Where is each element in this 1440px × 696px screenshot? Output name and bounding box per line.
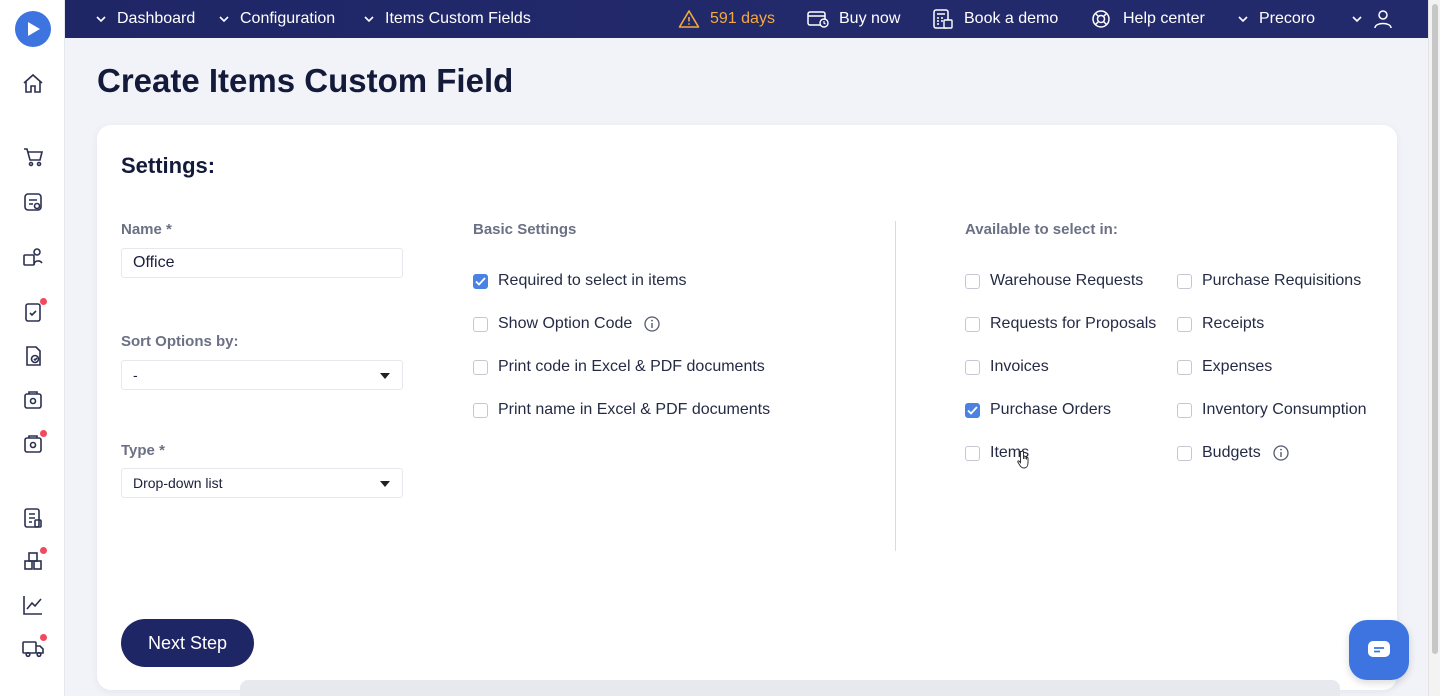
type-value: Drop-down list xyxy=(133,475,223,491)
checkbox[interactable] xyxy=(473,402,488,418)
type-select[interactable]: Drop-down list xyxy=(121,468,403,498)
requests-icon[interactable] xyxy=(21,190,45,214)
type-label: Type * xyxy=(121,442,165,459)
page-scrollbar[interactable] xyxy=(1428,0,1440,696)
buy-now-link[interactable]: Buy now xyxy=(807,0,900,38)
invoices-icon[interactable] xyxy=(21,430,47,456)
checkbox-checked[interactable] xyxy=(473,273,488,289)
checkbox[interactable] xyxy=(965,359,980,375)
column-divider xyxy=(895,221,896,551)
checkbox[interactable] xyxy=(1177,359,1192,375)
approvals-icon[interactable] xyxy=(21,298,47,324)
sidebar xyxy=(0,0,65,696)
precoro-logo[interactable] xyxy=(15,11,51,47)
notification-dot xyxy=(40,634,47,641)
checkbox[interactable] xyxy=(965,273,980,289)
home-icon[interactable] xyxy=(21,72,45,96)
page-title: Create Items Custom Field xyxy=(97,62,514,99)
print-name-checkbox[interactable]: Print name in Excel & PDF documents xyxy=(473,401,770,419)
info-icon[interactable] xyxy=(644,316,660,332)
available-receipts[interactable]: Receipts xyxy=(1177,315,1264,333)
trial-days-counter[interactable]: 591 days xyxy=(678,0,775,38)
breadcrumb-dashboard[interactable]: Dashboard xyxy=(95,0,195,38)
available-purchase-requisitions[interactable]: Purchase Requisitions xyxy=(1177,272,1361,290)
cart-icon[interactable] xyxy=(21,145,45,169)
required-to-select-checkbox[interactable]: Required to select in items xyxy=(473,272,687,290)
show-option-code-checkbox[interactable]: Show Option Code xyxy=(473,315,660,333)
sort-options-value: - xyxy=(133,367,138,383)
notification-dot xyxy=(40,547,47,554)
top-navigation-bar: Dashboard Configuration Items Custom Fie… xyxy=(65,0,1428,38)
user-menu[interactable] xyxy=(1351,0,1403,38)
lifebuoy-icon xyxy=(1092,10,1110,28)
checkbox-checked[interactable] xyxy=(965,402,980,418)
delivery-icon[interactable] xyxy=(21,634,47,660)
inventory-icon[interactable] xyxy=(21,547,47,573)
hand-cursor-icon xyxy=(1017,450,1029,469)
notification-dot xyxy=(40,430,47,437)
credit-card-icon xyxy=(807,11,829,28)
bottom-card-edge xyxy=(240,680,1340,696)
available-budgets[interactable]: Budgets xyxy=(1177,444,1289,462)
available-requests-for-proposals[interactable]: Requests for Proposals xyxy=(965,315,1156,333)
chat-icon xyxy=(1368,641,1390,657)
chevron-down-icon xyxy=(1352,16,1362,23)
basic-settings-title: Basic Settings xyxy=(473,221,577,238)
user-icon xyxy=(1374,10,1392,29)
available-title: Available to select in: xyxy=(965,221,1118,238)
checkbox[interactable] xyxy=(473,359,488,375)
name-input-value: Office xyxy=(133,254,175,271)
sort-options-select[interactable]: - xyxy=(121,360,403,390)
checkbox[interactable] xyxy=(1177,445,1192,461)
settings-title: Settings: xyxy=(121,153,216,178)
checkmark-icon xyxy=(475,276,486,286)
help-center-link[interactable]: Help center xyxy=(1091,0,1205,38)
caret-down-icon xyxy=(380,481,390,487)
chevron-down-icon xyxy=(96,16,106,23)
breadcrumb-configuration[interactable]: Configuration xyxy=(218,0,335,38)
checkbox[interactable] xyxy=(1177,316,1192,332)
checkmark-icon xyxy=(967,405,978,415)
calculator-icon xyxy=(933,9,953,29)
chevron-down-icon xyxy=(219,16,229,23)
available-expenses[interactable]: Expenses xyxy=(1177,358,1272,376)
info-icon[interactable] xyxy=(1273,445,1289,461)
sort-options-label: Sort Options by: xyxy=(121,333,239,350)
orders-icon[interactable] xyxy=(21,344,45,368)
receipts-icon[interactable] xyxy=(21,388,45,412)
name-label: Name * xyxy=(121,221,172,238)
caret-down-icon xyxy=(380,373,390,379)
book-demo-link[interactable]: Book a demo xyxy=(932,0,1058,38)
print-code-checkbox[interactable]: Print code in Excel & PDF documents xyxy=(473,358,765,376)
available-warehouse-requests[interactable]: Warehouse Requests xyxy=(965,272,1143,290)
available-invoices[interactable]: Invoices xyxy=(965,358,1049,376)
checkbox[interactable] xyxy=(965,316,980,332)
company-switcher[interactable]: Precoro xyxy=(1237,0,1315,38)
budgets-icon[interactable] xyxy=(21,506,45,530)
chat-support-button[interactable] xyxy=(1349,620,1409,680)
scrollbar-thumb[interactable] xyxy=(1432,4,1438,654)
breadcrumb-items-custom-fields[interactable]: Items Custom Fields xyxy=(363,0,531,38)
analytics-icon[interactable] xyxy=(21,593,45,617)
checkbox[interactable] xyxy=(1177,273,1192,289)
settings-card: Settings: Name * Office Sort Options by:… xyxy=(97,125,1397,690)
chevron-down-icon xyxy=(364,16,374,23)
checkbox[interactable] xyxy=(1177,402,1192,418)
notification-dot xyxy=(40,298,47,305)
suppliers-icon[interactable] xyxy=(21,245,45,269)
next-step-button[interactable]: Next Step xyxy=(121,619,254,667)
warning-icon xyxy=(678,10,700,28)
checkbox[interactable] xyxy=(965,445,980,461)
chevron-down-icon xyxy=(1238,16,1248,23)
name-input[interactable]: Office xyxy=(121,248,403,278)
available-inventory-consumption[interactable]: Inventory Consumption xyxy=(1177,401,1367,419)
checkbox[interactable] xyxy=(473,316,488,332)
available-purchase-orders[interactable]: Purchase Orders xyxy=(965,401,1111,419)
